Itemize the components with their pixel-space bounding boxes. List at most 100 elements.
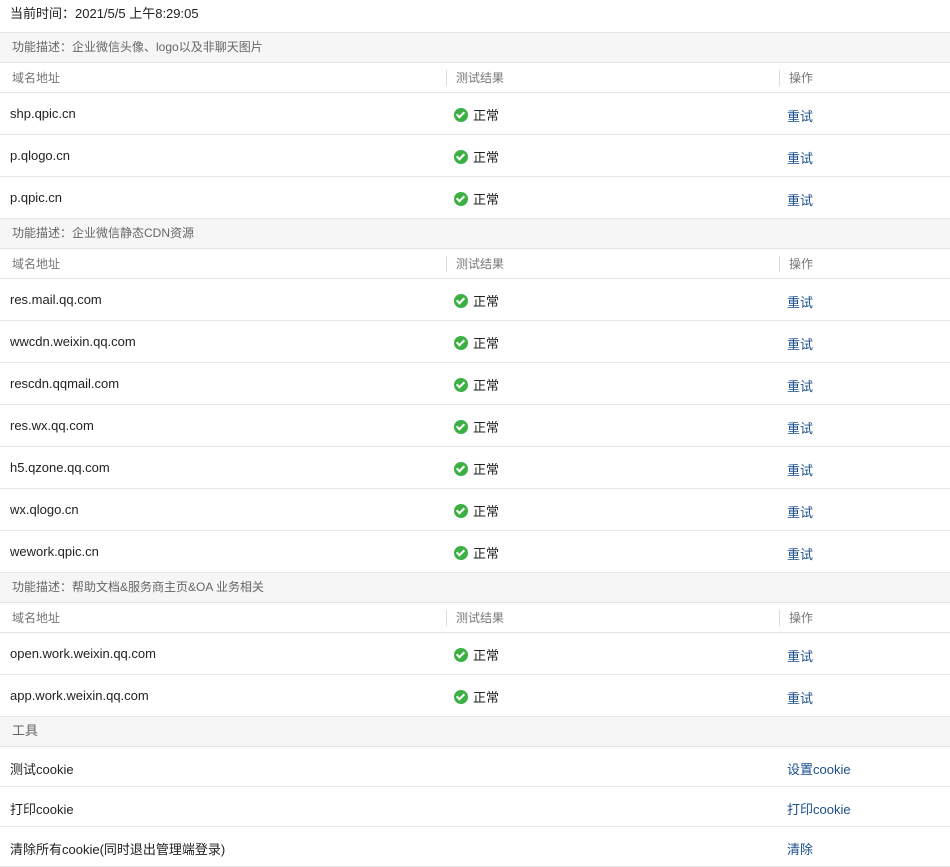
- section-title: 功能描述：企业微信静态CDN资源: [0, 219, 950, 249]
- status-text: 正常: [473, 192, 500, 207]
- section-title: 功能描述：帮助文档&服务商主页&OA 业务相关: [0, 573, 950, 603]
- check-circle-icon: [454, 545, 468, 560]
- table-header: 域名地址 测试结果 操作: [0, 63, 950, 93]
- column-header-action: 操作: [789, 257, 814, 271]
- status-cell: 正常: [454, 147, 499, 166]
- check-circle-icon: [454, 503, 468, 518]
- check-circle-icon: [454, 149, 468, 164]
- status-text: 正常: [473, 336, 500, 351]
- tools-section-title: 工具: [0, 717, 950, 747]
- tool-row: 打印cookie 打印cookie: [0, 787, 950, 827]
- status-text: 正常: [473, 108, 500, 123]
- retry-link[interactable]: 重试: [787, 460, 813, 479]
- table-row: rescdn.qqmail.com 正常 重试: [0, 363, 950, 405]
- current-time: 当前时间：2021/5/5 上午8:29:05: [0, 0, 950, 33]
- table-row: wework.qpic.cn 正常 重试: [0, 531, 950, 573]
- status-cell: 正常: [454, 291, 499, 310]
- check-circle-icon: [454, 461, 468, 476]
- column-divider: [779, 610, 780, 626]
- table-row: p.qpic.cn 正常 重试: [0, 177, 950, 219]
- retry-link[interactable]: 重试: [787, 376, 813, 395]
- domain-cell: wx.qlogo.cn: [10, 502, 79, 517]
- retry-link[interactable]: 重试: [787, 418, 813, 437]
- tool-row: 测试cookie 设置cookie: [0, 747, 950, 787]
- column-divider: [779, 256, 780, 272]
- status-cell: 正常: [454, 189, 499, 208]
- table-row: res.wx.qq.com 正常 重试: [0, 405, 950, 447]
- status-cell: 正常: [454, 501, 499, 520]
- column-divider: [446, 256, 447, 272]
- tool-action-link[interactable]: 设置cookie: [787, 759, 851, 778]
- check-circle-icon: [454, 377, 468, 392]
- column-header-domain: 域名地址: [12, 71, 61, 85]
- table-row: app.work.weixin.qq.com 正常 重试: [0, 675, 950, 717]
- table-header: 域名地址 测试结果 操作: [0, 249, 950, 279]
- status-text: 正常: [473, 378, 500, 393]
- check-circle-icon: [454, 647, 468, 662]
- status-cell: 正常: [454, 687, 499, 706]
- check-circle-icon: [454, 419, 468, 434]
- table-row: shp.qpic.cn 正常 重试: [0, 93, 950, 135]
- column-header-result: 测试结果: [456, 71, 505, 85]
- tool-row: 清除所有cookie(同时退出管理端登录) 清除: [0, 827, 950, 867]
- retry-link[interactable]: 重试: [787, 334, 813, 353]
- status-text: 正常: [473, 294, 500, 309]
- status-cell: 正常: [454, 459, 499, 478]
- table-row: wx.qlogo.cn 正常 重试: [0, 489, 950, 531]
- tool-action-link[interactable]: 清除: [787, 839, 813, 858]
- table-row: wwcdn.weixin.qq.com 正常 重试: [0, 321, 950, 363]
- domain-cell: rescdn.qqmail.com: [10, 376, 120, 391]
- retry-link[interactable]: 重试: [787, 646, 813, 665]
- status-cell: 正常: [454, 375, 499, 394]
- domain-cell: h5.qzone.qq.com: [10, 460, 110, 475]
- domain-cell: wwcdn.weixin.qq.com: [10, 334, 136, 349]
- tool-label: 测试cookie: [10, 762, 74, 777]
- status-text: 正常: [473, 420, 500, 435]
- table-header: 域名地址 测试结果 操作: [0, 603, 950, 633]
- check-circle-icon: [454, 335, 468, 350]
- status-text: 正常: [473, 546, 500, 561]
- column-header-domain: 域名地址: [12, 611, 61, 625]
- tools-list: 测试cookie 设置cookie 打印cookie 打印cookie 清除所有cook…: [0, 747, 950, 867]
- table-row: open.work.weixin.qq.com 正常 重试: [0, 633, 950, 675]
- column-header-result: 测试结果: [456, 257, 505, 271]
- status-cell: 正常: [454, 417, 499, 436]
- column-divider: [446, 70, 447, 86]
- column-header-result: 测试结果: [456, 611, 505, 625]
- status-text: 正常: [473, 150, 500, 165]
- retry-link[interactable]: 重试: [787, 544, 813, 563]
- status-cell: 正常: [454, 543, 499, 562]
- column-header-action: 操作: [789, 611, 814, 625]
- column-divider: [779, 70, 780, 86]
- domain-test-sections: 功能描述：企业微信头像、logo以及非聊天图片 域名地址 测试结果 操作 shp.qpi…: [0, 33, 950, 717]
- retry-link[interactable]: 重试: [787, 190, 813, 209]
- status-text: 正常: [473, 462, 500, 477]
- tool-label: 打印cookie: [10, 802, 74, 817]
- check-circle-icon: [454, 191, 468, 206]
- domain-cell: open.work.weixin.qq.com: [10, 646, 156, 661]
- status-cell: 正常: [454, 105, 499, 124]
- retry-link[interactable]: 重试: [787, 292, 813, 311]
- status-text: 正常: [473, 504, 500, 519]
- tool-label: 清除所有cookie(同时退出管理端登录): [10, 842, 226, 857]
- check-circle-icon: [454, 689, 468, 704]
- retry-link[interactable]: 重试: [787, 106, 813, 125]
- status-cell: 正常: [454, 333, 499, 352]
- domain-cell: res.wx.qq.com: [10, 418, 94, 433]
- retry-link[interactable]: 重试: [787, 688, 813, 707]
- column-divider: [446, 610, 447, 626]
- retry-link[interactable]: 重试: [787, 502, 813, 521]
- section-title: 功能描述：企业微信头像、logo以及非聊天图片: [0, 33, 950, 63]
- table-row: p.qlogo.cn 正常 重试: [0, 135, 950, 177]
- table-row: res.mail.qq.com 正常 重试: [0, 279, 950, 321]
- domain-cell: res.mail.qq.com: [10, 292, 102, 307]
- column-header-domain: 域名地址: [12, 257, 61, 271]
- check-circle-icon: [454, 293, 468, 308]
- status-cell: 正常: [454, 645, 499, 664]
- retry-link[interactable]: 重试: [787, 148, 813, 167]
- domain-cell: p.qpic.cn: [10, 190, 63, 205]
- tool-action-link[interactable]: 打印cookie: [787, 799, 851, 818]
- domain-cell: app.work.weixin.qq.com: [10, 688, 149, 703]
- status-text: 正常: [473, 648, 500, 663]
- domain-cell: shp.qpic.cn: [10, 106, 76, 121]
